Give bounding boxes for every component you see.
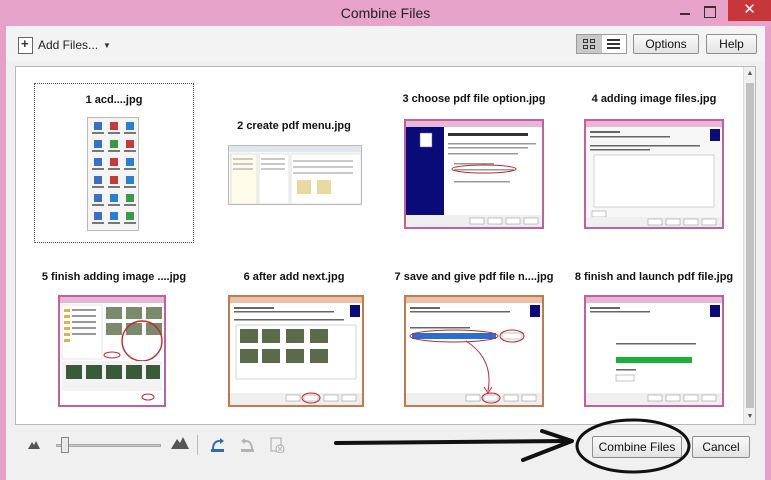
annotation-arrow	[334, 439, 570, 445]
annotation-circle	[575, 418, 691, 474]
annotation-overlay	[334, 418, 691, 474]
annotation-arrowhead	[521, 429, 574, 462]
